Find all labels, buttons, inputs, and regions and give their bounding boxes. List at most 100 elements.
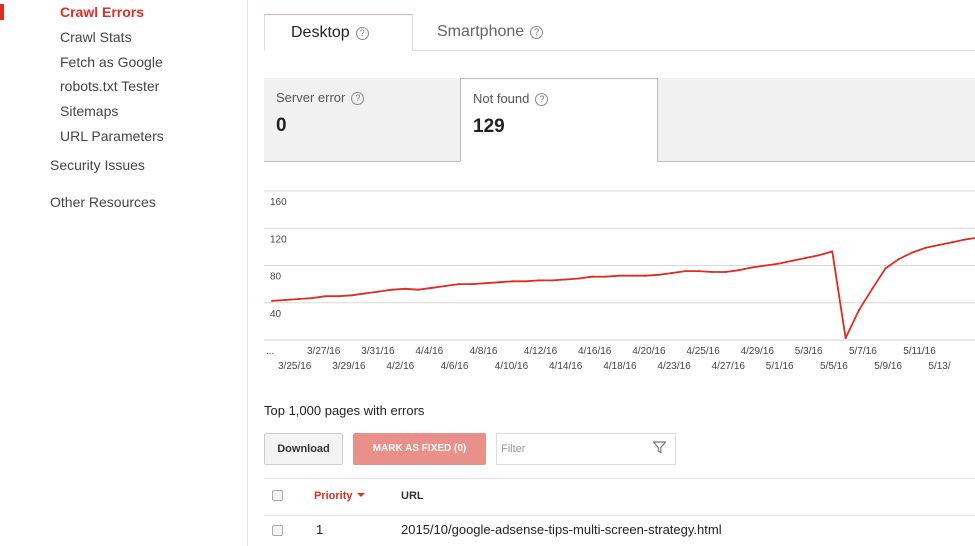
data-point[interactable] (484, 282, 487, 285)
data-point[interactable] (711, 271, 714, 274)
filter-icon[interactable] (652, 441, 667, 457)
help-icon[interactable]: ? (530, 26, 544, 39)
data-point[interactable] (631, 274, 634, 277)
data-point[interactable] (297, 298, 300, 301)
sidebar-item-other-resources[interactable]: Other Resources (50, 194, 156, 210)
tab-desktop[interactable]: Desktop? (264, 14, 413, 51)
priority-header-label: Priority (314, 490, 353, 502)
data-point[interactable] (564, 278, 567, 281)
data-point[interactable] (377, 290, 380, 293)
data-point[interactable] (751, 266, 754, 269)
data-point[interactable] (337, 295, 340, 298)
data-point[interactable] (657, 273, 660, 276)
data-point[interactable] (617, 274, 620, 277)
row-url-link[interactable]: 2015/10/google-adsense-tips-multi-screen… (401, 522, 722, 537)
sidebar-item-robots-tester[interactable]: robots.txt Tester (60, 77, 164, 102)
x-tick-label: 4/8/16 (470, 346, 498, 357)
data-point[interactable] (497, 281, 500, 284)
x-tick-label: 5/3/16 (795, 346, 823, 357)
tab-not-found[interactable]: Not found? 129 (460, 78, 658, 162)
data-point[interactable] (551, 279, 554, 282)
data-point[interactable] (817, 254, 820, 257)
data-point[interactable] (857, 309, 860, 312)
data-point[interactable] (791, 259, 794, 262)
data-point[interactable] (684, 270, 687, 273)
x-tick-label: 4/25/16 (686, 346, 720, 357)
data-point[interactable] (457, 283, 460, 286)
row-checkbox[interactable] (272, 525, 283, 536)
sidebar-item-crawl-errors[interactable]: Crawl Errors (60, 3, 164, 28)
url-column-header: URL (401, 490, 424, 502)
help-icon[interactable]: ? (535, 93, 549, 106)
data-point[interactable] (524, 280, 527, 283)
data-point[interactable] (871, 287, 874, 290)
data-point[interactable] (951, 241, 954, 244)
table-row[interactable]: 1 2015/10/google-adsense-tips-multi-scre… (264, 517, 975, 546)
sidebar-item-sitemaps[interactable]: Sitemaps (60, 102, 164, 127)
x-tick-label: 4/18/16 (603, 361, 637, 372)
series-line (271, 237, 975, 340)
data-point[interactable] (724, 271, 727, 274)
data-point[interactable] (764, 264, 767, 267)
sidebar-item-fetch-as-google[interactable]: Fetch as Google (60, 53, 164, 78)
tab-server-error[interactable]: Server error? 0 (264, 78, 460, 162)
data-point[interactable] (284, 298, 287, 301)
data-point[interactable] (271, 299, 273, 302)
sidebar-item-url-parameters[interactable]: URL Parameters (60, 127, 164, 152)
data-point[interactable] (671, 271, 674, 274)
filter-input[interactable] (501, 435, 651, 463)
mark-as-fixed-button[interactable]: MARK AS FIXED (0) (353, 433, 486, 465)
data-point[interactable] (417, 288, 420, 291)
data-point[interactable] (884, 267, 887, 270)
data-point[interactable] (444, 284, 447, 287)
data-point[interactable] (431, 286, 434, 289)
data-point[interactable] (537, 279, 540, 282)
data-point[interactable] (844, 337, 847, 340)
download-button[interactable]: Download (264, 433, 343, 465)
data-point[interactable] (311, 297, 314, 300)
data-point[interactable] (404, 287, 407, 290)
server-error-label: Server error (276, 90, 346, 105)
tab-smartphone[interactable]: Smartphone? (411, 14, 569, 51)
data-point[interactable] (364, 292, 367, 295)
not-found-count: 129 (473, 116, 505, 137)
data-point[interactable] (471, 283, 474, 286)
data-point[interactable] (591, 275, 594, 278)
sidebar-item-crawl-stats[interactable]: Crawl Stats (60, 28, 164, 53)
data-point[interactable] (964, 238, 967, 241)
priority-column-header[interactable]: Priority (314, 490, 365, 502)
data-point[interactable] (937, 244, 940, 247)
data-point[interactable] (577, 277, 580, 280)
help-icon[interactable]: ? (351, 92, 365, 105)
y-tick-label: 120 (270, 234, 287, 245)
data-point[interactable] (737, 269, 740, 272)
select-all-checkbox[interactable] (272, 490, 283, 501)
data-point[interactable] (911, 251, 914, 254)
data-point[interactable] (324, 295, 327, 298)
data-point[interactable] (777, 262, 780, 265)
data-point[interactable] (604, 275, 607, 278)
device-tabs: Desktop? Smartphone? (264, 14, 975, 51)
data-point[interactable] (697, 270, 700, 273)
data-point[interactable] (511, 280, 514, 283)
x-tick-label: 3/27/16 (307, 346, 341, 357)
sidebar-item-security-issues[interactable]: Security Issues (50, 157, 145, 173)
x-tick-label: 4/2/16 (386, 361, 414, 372)
x-tick-label: 4/23/16 (657, 361, 691, 372)
data-point[interactable] (804, 257, 807, 260)
data-point[interactable] (391, 288, 394, 291)
data-point[interactable] (644, 274, 647, 277)
webmaster-tools-screen: Crawl Errors Crawl Stats Fetch as Google… (0, 0, 975, 546)
x-tick-label: 4/20/16 (632, 346, 666, 357)
server-error-count: 0 (276, 115, 287, 136)
x-tick-label: 4/10/16 (495, 361, 529, 372)
data-point[interactable] (351, 294, 354, 297)
data-point[interactable] (924, 246, 927, 249)
row-priority: 1 (316, 522, 324, 537)
data-point[interactable] (831, 250, 834, 253)
help-icon[interactable]: ? (355, 27, 369, 40)
crawl-submenu: Crawl Errors Crawl Stats Fetch as Google… (60, 3, 164, 152)
data-point[interactable] (897, 257, 900, 260)
x-tick-label: 3/25/16 (278, 361, 312, 372)
x-tick-label: ... (266, 346, 274, 357)
